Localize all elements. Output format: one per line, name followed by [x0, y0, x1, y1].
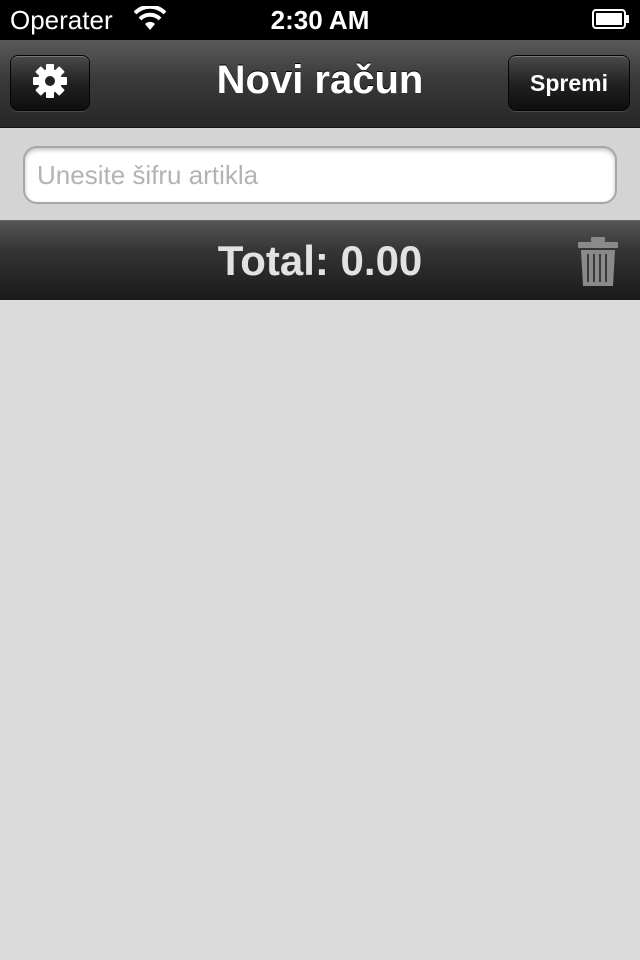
items-list	[0, 300, 640, 960]
article-code-input[interactable]	[23, 146, 617, 204]
clear-button[interactable]	[576, 237, 620, 292]
navigation-bar: Novi račun Spremi	[0, 40, 640, 128]
battery-icon	[592, 9, 630, 34]
status-bar: Operater 2:30 AM	[0, 0, 640, 40]
total-label: Total: 0.00	[217, 237, 423, 284]
search-area	[0, 128, 640, 220]
trash-icon	[576, 237, 620, 291]
total-bar: Total: 0.00	[0, 220, 640, 300]
save-button[interactable]: Spremi	[508, 55, 630, 111]
status-time: 2:30 AM	[270, 5, 370, 35]
